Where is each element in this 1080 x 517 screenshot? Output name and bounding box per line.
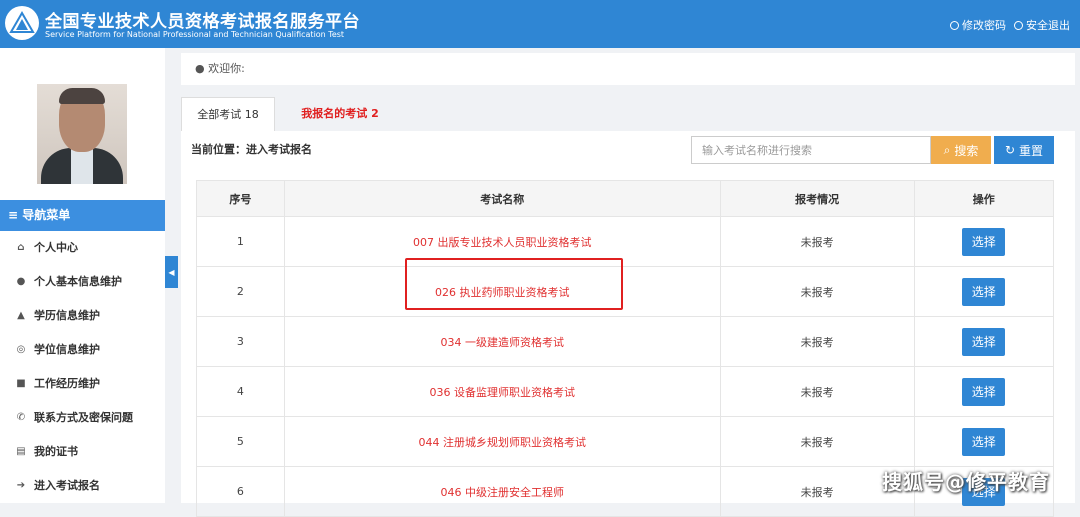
- row-index: 4: [196, 366, 285, 417]
- sidebar-item-label: 学位信息维护: [34, 343, 100, 356]
- search-input[interactable]: [691, 136, 931, 164]
- tab-my-exams[interactable]: 我报名的考试 2: [290, 97, 390, 131]
- row-index: 1: [196, 216, 285, 267]
- change-password-label: 修改密码: [962, 19, 1006, 32]
- sidebar-item-label: 我的证书: [34, 445, 78, 458]
- user-icon: ●: [16, 276, 26, 287]
- table-row: 1 007 出版专业技术人员职业资格考试 未报考 选择: [196, 216, 1055, 267]
- search-button-label: 搜索: [954, 143, 979, 158]
- change-password-link[interactable]: 修改密码: [950, 17, 1006, 33]
- exam-name-link[interactable]: 046 中级注册安全工程师: [283, 466, 721, 517]
- welcome-bar: ● 欢迎你:: [181, 53, 1075, 85]
- nav-menu-header: ≡ 导航菜单: [0, 200, 165, 231]
- exam-name-link[interactable]: 007 出版专业技术人员职业资格考试: [283, 216, 721, 267]
- logout-link[interactable]: 安全退出: [1014, 17, 1070, 33]
- select-button[interactable]: 选择: [962, 427, 1006, 456]
- table-row: 4 036 设备监理师职业资格考试 未报考 选择: [196, 366, 1055, 417]
- platform-title: 全国专业技术人员资格考试报名服务平台: [45, 12, 360, 32]
- breadcrumb: 当前位置：进入考试报名: [191, 143, 312, 156]
- header-actions: 修改密码 安全退出: [950, 17, 1070, 33]
- sidebar-item-label: 联系方式及密保问题: [34, 411, 133, 424]
- briefcase-icon: ■: [16, 378, 26, 389]
- search-button[interactable]: ⌕ 搜索: [931, 136, 991, 164]
- row-index: 3: [196, 316, 285, 367]
- exam-name-link[interactable]: 034 一级建造师资格考试: [283, 316, 721, 367]
- platform-subtitle: Service Platform for National Profession…: [45, 30, 345, 39]
- exam-name-link[interactable]: 026 执业药师职业资格考试: [283, 266, 721, 317]
- column-header-index: 序号: [196, 180, 285, 217]
- exam-panel: 当前位置：进入考试报名 ⌕ 搜索 ↻ 重置 序号 考试名称 报考情况 操作 1 …: [181, 131, 1075, 517]
- phone-icon: ✆: [16, 412, 26, 423]
- search-icon: ⌕: [943, 142, 951, 157]
- signin-icon: ➔: [16, 480, 26, 491]
- exam-name-link[interactable]: 044 注册城乡规划师职业资格考试: [283, 416, 721, 467]
- table-row: 2 026 执业药师职业资格考试 未报考 选择: [196, 266, 1055, 317]
- certificate-icon: ▤: [16, 446, 26, 457]
- logout-label: 安全退出: [1026, 19, 1070, 32]
- gear-icon: [950, 20, 959, 30]
- graduation-cap-icon: ▲: [17, 310, 25, 321]
- column-header-name: 考试名称: [283, 180, 721, 217]
- sidebar-item-certificates[interactable]: ▤ 我的证书: [0, 435, 165, 469]
- sidebar-item-contact[interactable]: ✆ 联系方式及密保问题: [0, 401, 165, 435]
- watermark: 搜狐号@修平教育: [882, 470, 1050, 494]
- registration-status: 未报考: [719, 416, 915, 467]
- reset-button[interactable]: ↻ 重置: [994, 136, 1054, 164]
- sidebar-item-work-experience[interactable]: ■ 工作经历维护: [0, 367, 165, 401]
- row-index: 5: [196, 416, 285, 467]
- sidebar-item-education[interactable]: ▲ 学历信息维护: [0, 299, 165, 333]
- registration-status: 未报考: [719, 216, 915, 267]
- table-row: 3 034 一级建造师资格考试 未报考 选择: [196, 316, 1055, 367]
- select-button[interactable]: 选择: [962, 277, 1006, 306]
- power-icon: [1014, 20, 1023, 30]
- sidebar-item-label: 学历信息维护: [34, 309, 100, 322]
- sidebar-collapse-button[interactable]: ◀: [165, 256, 178, 288]
- medal-icon: ◎: [16, 344, 26, 355]
- sidebar-item-label: 个人中心: [34, 241, 78, 254]
- reset-button-label: 重置: [1019, 143, 1044, 158]
- chevron-left-icon: ◀: [168, 267, 175, 277]
- sidebar: ≡ 导航菜单 ⌂ 个人中心 ● 个人基本信息维护 ▲ 学历信息维护 ◎ 学位信息…: [0, 48, 165, 503]
- welcome-label: 欢迎你:: [208, 62, 245, 75]
- sidebar-item-personal-center[interactable]: ⌂ 个人中心: [0, 231, 165, 265]
- select-button[interactable]: 选择: [962, 227, 1006, 256]
- select-button[interactable]: 选择: [962, 377, 1006, 406]
- table-header-row: 序号 考试名称 报考情况 操作: [196, 180, 1055, 217]
- sidebar-item-degree[interactable]: ◎ 学位信息维护: [0, 333, 165, 367]
- registration-status: 未报考: [719, 266, 915, 317]
- registration-status: 未报考: [719, 316, 915, 367]
- row-index: 2: [196, 266, 285, 317]
- user-icon: ●: [195, 62, 205, 75]
- nav-menu-title: 导航菜单: [22, 208, 71, 222]
- column-header-status: 报考情况: [719, 180, 915, 217]
- sidebar-item-label: 工作经历维护: [34, 377, 100, 390]
- table-row: 5 044 注册城乡规划师职业资格考试 未报考 选择: [196, 416, 1055, 467]
- home-icon: ⌂: [17, 242, 25, 253]
- row-index: 6: [196, 466, 285, 517]
- logo-icon: [5, 6, 39, 40]
- sidebar-item-exam-registration[interactable]: ➔ 进入考试报名: [0, 469, 165, 503]
- top-header: 全国专业技术人员资格考试报名服务平台 Service Platform for …: [0, 0, 1080, 48]
- select-button[interactable]: 选择: [962, 327, 1006, 356]
- avatar: [37, 84, 127, 184]
- refresh-icon: ↻: [1004, 143, 1016, 157]
- sidebar-item-label: 进入考试报名: [34, 479, 100, 492]
- registration-status: 未报考: [719, 366, 915, 417]
- column-header-action: 操作: [913, 180, 1055, 217]
- sidebar-item-basic-info[interactable]: ● 个人基本信息维护: [0, 265, 165, 299]
- exam-name-link[interactable]: 036 设备监理师职业资格考试: [283, 366, 721, 417]
- sidebar-item-label: 个人基本信息维护: [34, 275, 122, 288]
- tab-all-exams[interactable]: 全部考试 18: [181, 97, 275, 131]
